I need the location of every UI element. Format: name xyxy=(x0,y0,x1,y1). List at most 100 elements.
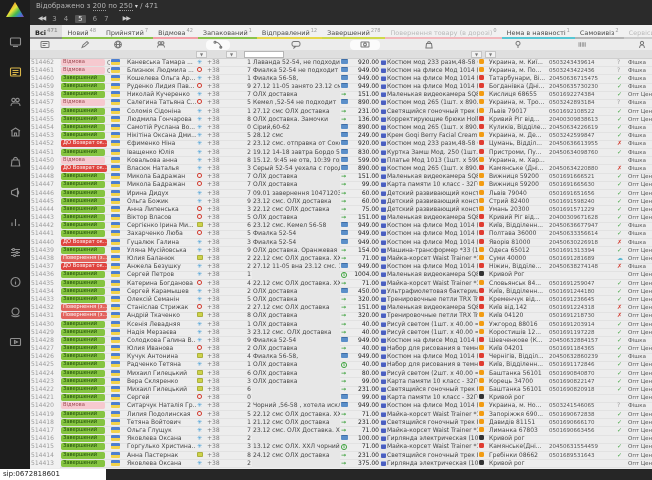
nova-poshta-carrier-icon xyxy=(478,353,488,361)
manager-icon[interactable] xyxy=(627,40,652,50)
order-total: 99.00 xyxy=(350,394,380,402)
column-count[interactable] xyxy=(230,40,252,50)
column-pay[interactable] xyxy=(340,40,350,50)
page-button-7[interactable]: 7 xyxy=(104,15,108,23)
list-icon[interactable] xyxy=(30,40,60,50)
sidebar-item-dashboard[interactable] xyxy=(0,27,30,57)
sidebar-item-purchases[interactable] xyxy=(0,147,30,177)
tab-завершений[interactable]: Завершений278 xyxy=(322,25,385,39)
product-title: Куртка Замш Мод. 250 (1шт. х 8... xyxy=(387,149,478,156)
comment-icon[interactable] xyxy=(252,40,340,50)
country-flag xyxy=(110,222,126,230)
client-phone: +38 xyxy=(206,296,230,304)
country-flag xyxy=(110,386,126,394)
delivery-address: Київ, Відділенн... xyxy=(488,288,548,296)
product-name: Костюм на флисе Мод 1014 (1ш... xyxy=(380,353,478,361)
page-button-4[interactable]: 4 xyxy=(64,15,68,23)
country-flag xyxy=(110,255,126,263)
sidebar-item-statistics[interactable] xyxy=(0,207,30,237)
client-filter-dropdown[interactable]: ▼ xyxy=(226,51,237,58)
column-cicon[interactable] xyxy=(196,40,206,50)
product-title: Майка-корсет Waist Trainer *142... xyxy=(387,427,478,434)
tab-повернення-товару-в-дорозі-[interactable]: Повернення товару (в дорозі)0 xyxy=(385,25,501,39)
country-flag xyxy=(110,378,126,386)
money-icon[interactable] xyxy=(350,40,380,50)
sidebar-item-info[interactable] xyxy=(0,267,30,297)
cod-payment-icon: → xyxy=(340,206,350,214)
sidebar-item-clients[interactable] xyxy=(0,87,30,117)
delivery-address: Чернігів, Віддiл... xyxy=(488,353,548,361)
sidebar-item-company[interactable] xyxy=(0,117,30,147)
order-total: 890.00 xyxy=(350,165,380,173)
status-filter-dropdown[interactable]: ▼ xyxy=(196,51,207,58)
calls-count: 5 xyxy=(230,296,252,304)
tracking-icon[interactable] xyxy=(548,40,616,50)
client-name: Михаил Гилецький xyxy=(126,386,196,394)
tab-прийнятий[interactable]: Прийнятий7 xyxy=(101,25,153,39)
order-source: Опт Центр xyxy=(627,91,652,99)
product-title: Набор для рисования в темнот... xyxy=(387,361,478,368)
tab-відправлений[interactable]: Відправлений12 xyxy=(257,25,322,39)
sidebar-item-settings[interactable] xyxy=(0,237,30,267)
client-phone: +38 xyxy=(206,394,230,402)
delivery-address: Пристроми, Пу... xyxy=(488,149,548,157)
tab-нема-в-наявності[interactable]: Нема в наявності1 xyxy=(502,25,575,39)
edit-icon[interactable] xyxy=(60,40,110,50)
card-payment-icon xyxy=(340,124,350,132)
range-to[interactable]: 250 xyxy=(119,2,132,11)
order-source: Опт Центр xyxy=(627,312,652,320)
country-flag xyxy=(110,452,126,460)
carrier-filter-dropdown[interactable]: ▼ xyxy=(485,51,496,58)
order-id: 514431 xyxy=(30,312,60,320)
page-button-6[interactable]: 6 xyxy=(93,15,97,23)
order-source: Опт Центр xyxy=(627,255,652,263)
first-page-button[interactable]: ◀◀ xyxy=(38,15,45,22)
order-total: 231.00 xyxy=(350,386,380,394)
column-ticon[interactable] xyxy=(616,40,627,50)
location-icon[interactable] xyxy=(488,40,548,50)
last-page-button[interactable]: ▶▶ xyxy=(123,15,130,22)
delivered-check-icon: ✓ xyxy=(616,214,627,222)
sidebar-item-marketing[interactable] xyxy=(0,177,30,207)
delivered-check-icon: ✓ xyxy=(616,75,627,83)
status-pill: Відмова xyxy=(61,67,105,74)
product-bag-icon xyxy=(381,264,386,269)
tab-самовивіз[interactable]: Самовивіз2 xyxy=(575,25,624,39)
total-count: / 471 xyxy=(140,2,158,10)
cod-payment-icon: → xyxy=(340,411,350,419)
order-id: 514435 xyxy=(30,280,60,288)
page-button-5[interactable]: 5 xyxy=(75,15,85,23)
product-icon[interactable] xyxy=(380,40,478,50)
phone-icon[interactable] xyxy=(206,40,230,50)
delivered-check-icon: ✓ xyxy=(616,337,627,345)
range-from[interactable]: 200 xyxy=(93,2,106,11)
column-carrier[interactable] xyxy=(478,40,488,50)
order-row[interactable]: 514413ЗавершенийЯковлева Оксана✳+382→375… xyxy=(30,460,652,468)
tab-всі[interactable]: Всі471 xyxy=(30,25,62,39)
page-button-3[interactable]: 3 xyxy=(52,15,56,23)
tab-запакований[interactable]: Запакований1 xyxy=(198,25,257,39)
sidebar-item-network[interactable] xyxy=(0,297,30,327)
repeat-client-icon xyxy=(196,214,206,222)
app-logo-icon[interactable] xyxy=(6,2,24,17)
product-filter-dropdown[interactable]: ▼ xyxy=(471,51,482,58)
globe-icon[interactable] xyxy=(110,40,126,50)
order-id: 514430 xyxy=(30,321,60,329)
sidebar-item-orders[interactable] xyxy=(0,57,30,87)
tab-новий[interactable]: Новий48 xyxy=(62,25,101,39)
chevron-down-icon[interactable]: ▾ xyxy=(135,3,138,10)
product-bag-icon xyxy=(381,199,386,204)
tracking-number: 0503242599847 xyxy=(548,132,616,140)
phone-filter-input[interactable] xyxy=(244,51,284,58)
clients-icon[interactable] xyxy=(126,40,196,50)
ukraine-flag-icon xyxy=(111,165,120,171)
tab-сервіси[interactable]: Сервіси0 xyxy=(624,25,652,39)
order-comment: ОЛХ доставка xyxy=(252,173,340,181)
sidebar-item-media[interactable] xyxy=(0,327,30,357)
product-name: Маленькая видеокамера SQ8 *... xyxy=(380,304,478,312)
status-pill: Завершений xyxy=(61,206,105,213)
order-status-badge: Завершений xyxy=(60,378,110,386)
product-bag-icon xyxy=(381,141,386,146)
product-name: Костюм на флисе Мод 1014 (1ш... xyxy=(380,67,478,75)
tab-відмова[interactable]: Відмова42 xyxy=(153,25,198,39)
